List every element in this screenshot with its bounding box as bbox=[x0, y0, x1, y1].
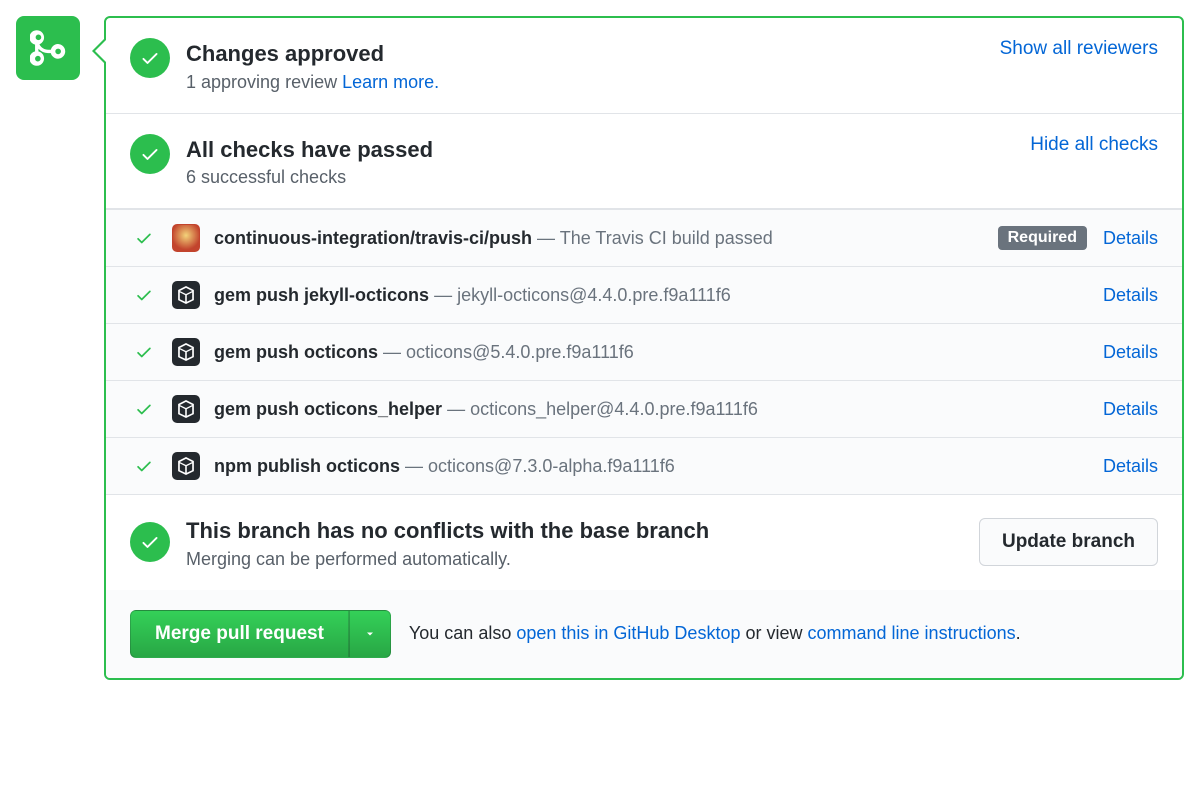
check-name: continuous-integration/travis-ci/push bbox=[214, 228, 532, 248]
check-details-link[interactable]: Details bbox=[1103, 228, 1158, 249]
command-line-instructions-link[interactable]: command line instructions bbox=[808, 623, 1016, 643]
approval-title: Changes approved bbox=[186, 40, 988, 68]
travis-icon bbox=[172, 224, 200, 252]
check-details-link[interactable]: Details bbox=[1103, 342, 1158, 363]
learn-more-link[interactable]: Learn more. bbox=[342, 72, 439, 92]
merge-footer: Merge pull request You can also open thi… bbox=[106, 590, 1182, 678]
check-text: npm publish octicons — octicons@7.3.0-al… bbox=[214, 456, 1103, 477]
merge-pull-request-button[interactable]: Merge pull request bbox=[130, 610, 349, 658]
checks-title: All checks have passed bbox=[186, 136, 1018, 164]
status-success-icon bbox=[130, 38, 170, 78]
check-description: — octicons@5.4.0.pre.f9a111f6 bbox=[378, 342, 634, 362]
check-description: — octicons_helper@4.4.0.pre.f9a111f6 bbox=[442, 399, 758, 419]
check-success-icon bbox=[130, 229, 158, 247]
status-success-icon bbox=[130, 134, 170, 174]
conflicts-section: This branch has no conflicts with the ba… bbox=[106, 495, 1182, 590]
check-text: gem push octicons_helper — octicons_help… bbox=[214, 399, 1103, 420]
check-details-link[interactable]: Details bbox=[1103, 399, 1158, 420]
check-name: gem push jekyll-octicons bbox=[214, 285, 429, 305]
hide-all-checks-link[interactable]: Hide all checks bbox=[1030, 134, 1158, 156]
caret-down-icon bbox=[364, 628, 376, 640]
check-text: gem push octicons — octicons@5.4.0.pre.f… bbox=[214, 342, 1103, 363]
package-icon bbox=[172, 281, 200, 309]
merge-status-panel: Changes approved 1 approving review Lear… bbox=[104, 16, 1184, 680]
check-row: gem push octicons — octicons@5.4.0.pre.f… bbox=[106, 324, 1182, 381]
show-all-reviewers-link[interactable]: Show all reviewers bbox=[1000, 38, 1158, 60]
package-icon bbox=[172, 338, 200, 366]
check-success-icon bbox=[130, 343, 158, 361]
check-success-icon bbox=[130, 400, 158, 418]
check-name: gem push octicons bbox=[214, 342, 378, 362]
check-icon bbox=[140, 144, 160, 164]
open-in-desktop-link[interactable]: open this in GitHub Desktop bbox=[516, 623, 740, 643]
check-name: npm publish octicons bbox=[214, 456, 400, 476]
approval-section: Changes approved 1 approving review Lear… bbox=[106, 18, 1182, 114]
package-icon bbox=[172, 395, 200, 423]
update-branch-button[interactable]: Update branch bbox=[979, 518, 1158, 566]
git-merge-icon bbox=[30, 30, 66, 66]
check-success-icon bbox=[130, 286, 158, 304]
merge-button-group: Merge pull request bbox=[130, 610, 391, 658]
check-icon bbox=[140, 532, 160, 552]
check-text: continuous-integration/travis-ci/push — … bbox=[214, 228, 998, 249]
conflicts-subtitle: Merging can be performed automatically. bbox=[186, 549, 979, 570]
conflicts-title: This branch has no conflicts with the ba… bbox=[186, 517, 979, 545]
check-description: — octicons@7.3.0-alpha.f9a111f6 bbox=[400, 456, 675, 476]
check-row: continuous-integration/travis-ci/push — … bbox=[106, 210, 1182, 267]
check-success-icon bbox=[130, 457, 158, 475]
merge-options-dropdown[interactable] bbox=[349, 610, 391, 658]
check-row: npm publish octicons — octicons@7.3.0-al… bbox=[106, 438, 1182, 495]
check-description: — jekyll-octicons@4.4.0.pre.f9a111f6 bbox=[429, 285, 731, 305]
checks-list: continuous-integration/travis-ci/push — … bbox=[106, 209, 1182, 495]
merge-icon-badge bbox=[16, 16, 80, 80]
approval-subtitle: 1 approving review Learn more. bbox=[186, 72, 988, 93]
check-details-link[interactable]: Details bbox=[1103, 285, 1158, 306]
merge-footer-text: You can also open this in GitHub Desktop… bbox=[409, 623, 1021, 644]
checks-summary-section: All checks have passed 6 successful chec… bbox=[106, 114, 1182, 210]
status-success-icon bbox=[130, 522, 170, 562]
check-row: gem push octicons_helper — octicons_help… bbox=[106, 381, 1182, 438]
check-description: — The Travis CI build passed bbox=[532, 228, 773, 248]
package-icon bbox=[172, 452, 200, 480]
required-badge: Required bbox=[998, 226, 1087, 250]
check-details-link[interactable]: Details bbox=[1103, 456, 1158, 477]
check-text: gem push jekyll-octicons — jekyll-octico… bbox=[214, 285, 1103, 306]
check-icon bbox=[140, 48, 160, 68]
checks-subtitle: 6 successful checks bbox=[186, 167, 1018, 188]
check-name: gem push octicons_helper bbox=[214, 399, 442, 419]
check-row: gem push jekyll-octicons — jekyll-octico… bbox=[106, 267, 1182, 324]
